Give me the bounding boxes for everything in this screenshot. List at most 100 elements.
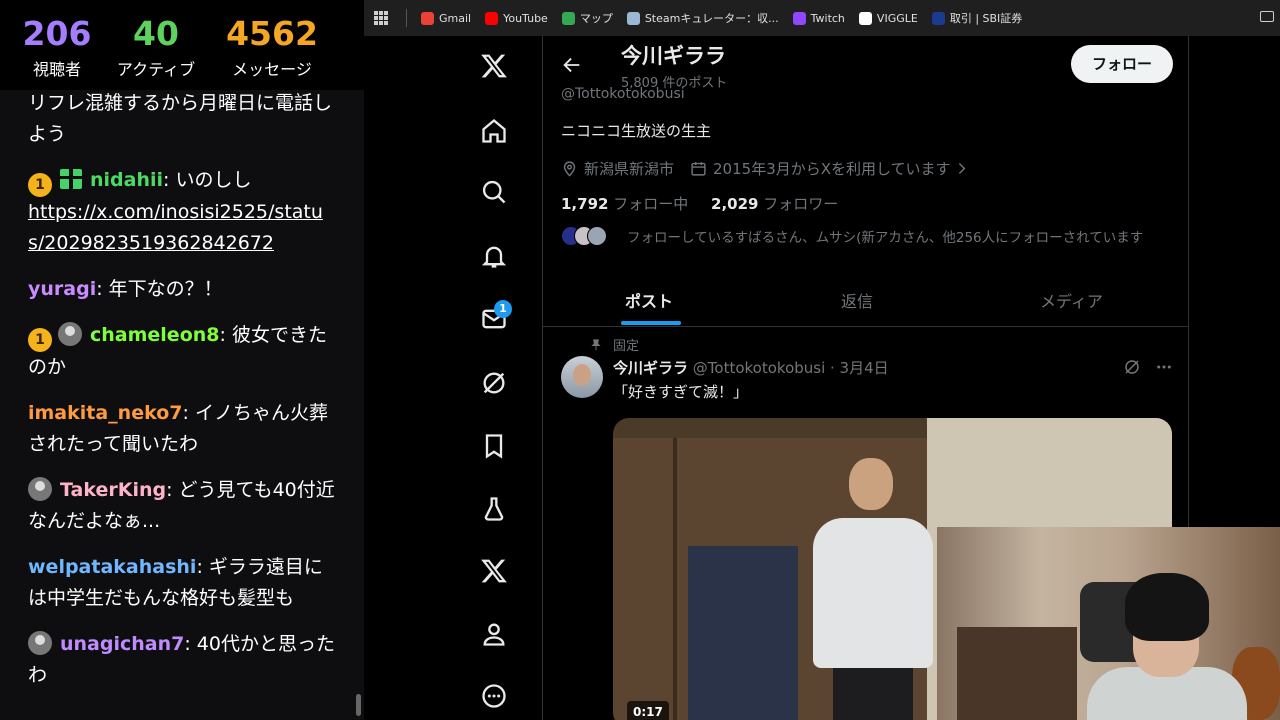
webcam-shelf	[957, 627, 1077, 720]
chat-panel: 1nishino0606: 金曜日の夜とかリフレ混雑するから月曜日に電話しよう1…	[0, 0, 364, 720]
gmail-icon	[421, 11, 434, 25]
profile-person-icon[interactable]	[480, 620, 508, 648]
bookmark-item[interactable]: VIGGLE	[858, 11, 918, 25]
webcam-overlay	[937, 527, 1280, 720]
chat-text: : 年下なの？！	[96, 278, 223, 300]
profile-location: 新潟県新潟市	[584, 160, 675, 178]
viewers-count: 206	[22, 14, 92, 53]
active-tab-indicator	[621, 321, 681, 325]
stream-stats: 206 視聴者 40 アクティブ 4562 メッセージ	[0, 0, 364, 90]
x-logo-icon[interactable]	[480, 52, 508, 80]
pin-icon	[591, 338, 601, 350]
active-stat: 40 アクティブ	[108, 14, 204, 80]
youtube-icon	[485, 11, 499, 25]
bookmark-item[interactable]: Steamキュレーター：収...	[626, 10, 779, 26]
followed-by[interactable]: フォローしているすばるさん、ムサシ(新アカさん、他256人にフォローされています	[561, 226, 1143, 246]
user-avatar-icon	[28, 631, 52, 655]
bookmark-item[interactable]: Gmail	[421, 11, 472, 25]
followers-label: フォロワー	[763, 195, 839, 213]
viggle-icon	[858, 11, 872, 25]
apps-grid-icon[interactable]	[374, 11, 388, 25]
follow-button[interactable]: フォロー	[1071, 45, 1173, 83]
grok-explain-icon[interactable]	[1123, 358, 1141, 376]
video-person-head	[849, 458, 893, 510]
bookmarks-bar: Gmail YouTube マップ Steamキュレーター：収... Twitch VIG…	[364, 0, 1280, 36]
bookmark-label: VIGGLE	[876, 11, 918, 25]
subscriber-badge-icon: 1	[28, 328, 52, 352]
chat-username[interactable]: unagichan7	[60, 633, 184, 655]
messages-badge: 1	[494, 300, 512, 318]
chat-message: 1 nidahii: いのしし https://x.com/inosisi2525/…	[28, 165, 338, 259]
bookmark-label: 取引 | SBI証券	[949, 12, 1023, 25]
chat-username[interactable]: welpatakahashi	[28, 556, 196, 578]
grok-icon[interactable]	[480, 369, 508, 397]
chat-username[interactable]: TakerKing	[60, 479, 166, 501]
viewers-label: 視聴者	[32, 60, 81, 79]
following-link[interactable]: 1,792 フォロー中	[561, 195, 688, 213]
chat-username[interactable]: nidahii	[90, 169, 163, 191]
chat-message: yuragi: 年下なの？！	[28, 274, 338, 305]
chat-link[interactable]: https://x.com/inosisi2525/status/2029823…	[28, 201, 323, 254]
chat-scrollbar[interactable]	[356, 694, 361, 716]
back-arrow-icon[interactable]	[561, 54, 583, 76]
post-more-icon[interactable]	[1155, 358, 1173, 376]
tab-replies[interactable]: 返信	[841, 288, 873, 312]
chat-message: TakerKing: どう見ても40付近なんだよなぁ...	[28, 475, 338, 537]
video-clothes-rack	[688, 546, 798, 720]
jobs-flask-icon[interactable]	[480, 495, 508, 523]
post-author-avatar[interactable]	[561, 356, 603, 398]
viewers-stat: 206 視聴者	[22, 14, 92, 80]
maps-icon	[561, 11, 575, 25]
tab-media[interactable]: メディア	[1040, 288, 1103, 312]
more-circle-icon[interactable]	[480, 682, 508, 710]
search-icon[interactable]	[480, 178, 508, 206]
gift-badge-icon	[60, 169, 82, 189]
chat-message-list: 1nishino0606: 金曜日の夜とかリフレ混雑するから月曜日に電話しよう1…	[28, 56, 338, 706]
bookmark-label: Gmail	[439, 11, 472, 25]
post-author-name[interactable]: 今川ギララ	[613, 359, 688, 377]
bookmarks-icon[interactable]	[480, 432, 508, 460]
bookmark-label: Twitch	[810, 11, 845, 25]
following-count: 1,792	[561, 195, 609, 213]
chat-username[interactable]: imakita_neko7	[28, 402, 183, 424]
post-header: 今川ギララ @Tottokotokobusi · 3月4日	[613, 357, 889, 378]
bookmark-item[interactable]: 取引 | SBI証券	[931, 10, 1023, 26]
notifications-bell-icon[interactable]	[480, 242, 508, 270]
subscriber-badge-icon: 1	[28, 173, 52, 197]
video-door-edge	[673, 438, 677, 720]
messages-stat: 4562 メッセージ	[222, 14, 322, 80]
bookmark-folder-icon[interactable]	[1260, 11, 1274, 22]
tab-posts[interactable]: ポスト	[625, 288, 673, 312]
user-avatar-icon	[58, 322, 82, 346]
home-icon[interactable]	[480, 117, 508, 145]
bookmark-label: Steamキュレーター：収...	[644, 12, 779, 25]
twitch-icon	[792, 11, 806, 25]
pinned-label: 固定	[589, 335, 639, 354]
video-person-body	[813, 518, 933, 668]
chat-message: welpatakahashi: ギララ遠目には中学生だもんな格好も髪型も	[28, 552, 338, 614]
video-duration: 0:17	[627, 701, 669, 720]
post-author-meta[interactable]: @Tottokotokobusi · 3月4日	[693, 359, 889, 377]
chat-message: 1 chameleon8: 彼女できたのか	[28, 320, 338, 383]
premium-x-icon[interactable]	[480, 557, 508, 585]
messages-count: 4562	[226, 14, 318, 53]
header-post-count: 5,809 件のポスト	[621, 76, 728, 91]
bookmark-item[interactable]: YouTube	[485, 11, 548, 25]
sbi-icon	[931, 11, 945, 25]
steam-icon	[626, 11, 640, 25]
bookmark-item[interactable]: マップ	[561, 10, 613, 26]
chevron-right-icon[interactable]	[953, 160, 970, 177]
screen: 1nishino0606: 金曜日の夜とかリフレ混雑するから月曜日に電話しよう1…	[0, 0, 1280, 720]
chat-username[interactable]: yuragi	[28, 278, 96, 300]
post-text: 「好きすぎて滅！」	[613, 383, 749, 401]
chat-username[interactable]: chameleon8	[90, 324, 220, 346]
bookmarks-divider	[406, 9, 407, 27]
bookmark-item[interactable]: Twitch	[792, 11, 845, 25]
location-pin-icon	[563, 161, 576, 177]
followers-link[interactable]: 2,029 フォロワー	[711, 195, 838, 213]
bookmark-list: Gmail YouTube マップ Steamキュレーター：収... Twitch VIG…	[421, 10, 1036, 26]
chat-message: unagichan7: 40代かと思ったわ	[28, 629, 338, 691]
webcam-hair	[1125, 573, 1209, 641]
chat-message: imakita_neko7: イノちゃん火葬されたって聞いたわ	[28, 398, 338, 460]
profile-bio: ニコニコ生放送の生主	[561, 122, 712, 140]
